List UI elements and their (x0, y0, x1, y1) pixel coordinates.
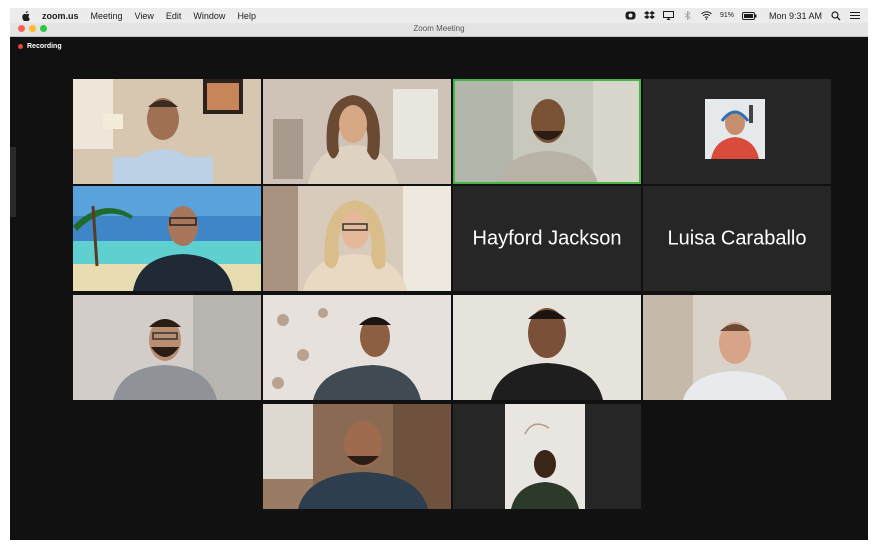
participant-video-frame (453, 404, 641, 509)
window-edge (10, 147, 16, 217)
participant-video-frame (453, 79, 641, 184)
participant-video-tile[interactable] (453, 404, 641, 509)
participant-video-tile[interactable] (263, 295, 451, 400)
participant-video-frame (453, 295, 641, 400)
recording-label: Recording (27, 43, 62, 50)
participant-video-frame (643, 295, 831, 400)
participant-name: Luisa Caraballo (667, 227, 807, 249)
window-title-bar: Zoom Meeting (10, 23, 868, 37)
participant-video-tile[interactable] (453, 295, 641, 400)
recording-dot-icon (18, 44, 23, 49)
recording-indicator[interactable]: Recording (18, 43, 62, 50)
screen-share-icon[interactable] (662, 11, 674, 20)
participant-profile-tile[interactable] (643, 79, 831, 184)
participant-video-tile-active-speaker[interactable] (453, 79, 641, 184)
participant-video-frame (263, 79, 451, 184)
menu-bar: zoom.us Meeting View Edit Window Help 91… (10, 8, 868, 24)
participant-video-frame (263, 295, 451, 400)
participant-video-frame (73, 186, 261, 291)
menu-meeting[interactable]: Meeting (91, 11, 123, 21)
camera-status-icon[interactable] (625, 11, 636, 20)
menu-view[interactable]: View (135, 11, 154, 21)
participant-video-tile[interactable] (73, 79, 261, 184)
wifi-icon[interactable] (701, 11, 712, 20)
participant-video-tile[interactable] (73, 295, 261, 400)
notification-center-icon[interactable] (849, 11, 860, 20)
window-title: Zoom Meeting (413, 24, 465, 33)
spotlight-search-icon[interactable] (830, 10, 841, 20)
dropbox-icon[interactable] (643, 11, 655, 20)
participant-name-tile[interactable]: Hayford Jackson (453, 186, 641, 291)
bluetooth-icon[interactable] (682, 11, 693, 20)
participant-video-frame (263, 186, 451, 291)
participant-video-frame (73, 295, 261, 400)
participant-video-tile[interactable] (643, 295, 831, 400)
battery-icon[interactable] (741, 11, 757, 20)
menu-clock[interactable]: Mon 9:31 AM (769, 11, 822, 21)
participant-video-tile[interactable] (263, 404, 451, 509)
menu-edit[interactable]: Edit (166, 11, 182, 21)
battery-percent: 91% (719, 12, 734, 19)
meeting-gallery: Recording Hayford Jackson Luisa Caraball… (10, 37, 868, 540)
participant-video-tile[interactable] (73, 186, 261, 291)
participant-profile-photo (705, 99, 765, 159)
participant-video-frame (263, 404, 451, 509)
menu-app-zoom[interactable]: zoom.us (42, 11, 79, 21)
menu-help[interactable]: Help (237, 11, 256, 21)
participant-video-frame (73, 79, 261, 184)
participant-name-tile[interactable]: Luisa Caraballo (643, 186, 831, 291)
participant-video-tile[interactable] (263, 79, 451, 184)
participant-video-tile[interactable] (263, 186, 451, 291)
participant-name: Hayford Jackson (472, 227, 622, 249)
apple-icon[interactable] (18, 9, 32, 23)
menu-window[interactable]: Window (193, 11, 225, 21)
